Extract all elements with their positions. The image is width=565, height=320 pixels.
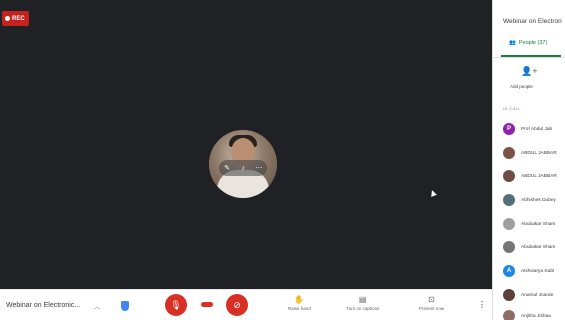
tile-overlay-controls[interactable]: ✎ ♪ ⋯ [219,160,267,176]
people-panel: Webinar on Electron 👥 People (37) 👤+ Add… [492,0,565,320]
participant-name: ABDUL JABBAR [521,173,557,179]
captions-button[interactable]: ▤ Turn on captions [346,295,379,311]
add-people-button[interactable]: Add people [510,84,533,89]
participant-name: ABDUL JABBAR [521,150,557,156]
present-label: Present now [419,306,445,311]
participant-name: Abhishek Dubey [521,197,556,203]
people-icon: 👥 [509,40,516,46]
in-call-heading: IN CALL [503,106,521,111]
captions-icon: ▤ [358,295,367,304]
hand-icon: ✋ [294,295,305,304]
tab-divider [493,57,565,58]
present-icon: ⊡ [428,295,435,304]
participant-name: Prof Abdul Jab [521,126,553,132]
mic-off-icon[interactable]: ♪ [239,164,247,172]
recording-badge: REC [2,11,29,26]
video-stage: REC ✎ ♪ ⋯ [0,0,492,289]
list-item[interactable]: Abubakar Sham [503,217,555,231]
bottom-toolbar: Webinar on Electronic... ︿ 🎙 ⊘ ✋ Raise h… [0,289,492,320]
mic-off-icon: 🎙 [170,299,182,310]
avatar [503,170,515,182]
more-options-icon[interactable]: ⋮ [478,300,486,309]
avatar [503,218,515,230]
list-item[interactable]: P Prof Abdul Jab [503,122,552,136]
participant-name: Abubakar Sham [521,244,556,250]
list-item[interactable]: ABDUL JABBAR [503,169,557,183]
add-person-icon[interactable]: 👤+ [521,66,537,77]
avatar [503,310,515,320]
avatar: A [503,265,515,277]
tab-people[interactable]: 👥 People (37) [509,40,547,46]
participant-name: Anjitha Jishaa [521,313,551,319]
hang-up-button[interactable] [201,302,213,307]
list-item[interactable]: Abhishek Dubey [503,193,556,207]
avatar [503,147,515,159]
list-item[interactable]: Anjitha Jishaa [503,309,551,320]
avatar: P [503,123,515,135]
panel-title: Webinar on Electron [503,18,562,25]
present-button[interactable]: ⊡ Present now [419,295,444,311]
participant-name: Abubakar Sham [521,221,556,227]
list-item[interactable]: Abubakar Sham [503,240,555,254]
raise-hand-label: Raise hand [288,306,311,311]
list-item[interactable]: ABDUL JABBAR [503,146,557,160]
avatar [503,241,515,253]
pin-icon[interactable]: ✎ [223,164,231,172]
avatar [503,289,515,301]
list-item[interactable]: Anamul Joarde [503,288,553,302]
list-item[interactable]: A Aishwarya Kabl [503,264,554,278]
participant-name: Anamul Joarde [521,292,554,298]
meeting-title[interactable]: Webinar on Electronic... [6,302,80,309]
shield-icon[interactable] [121,301,129,311]
camera-off-icon: ⊘ [233,299,241,310]
mouse-cursor-icon [429,189,437,197]
recording-label: REC [12,15,25,22]
avatar [503,194,515,206]
participant-avatar[interactable]: ✎ ♪ ⋯ [209,130,277,198]
participant-name: Aishwarya Kabl [521,268,555,274]
raise-hand-button[interactable]: ✋ Raise hand [288,295,311,311]
captions-label: Turn on captions [346,306,380,311]
tab-people-label: People (37) [518,40,548,46]
mic-toggle-button[interactable]: 🎙 [165,294,187,316]
chevron-up-icon[interactable]: ︿ [94,302,100,311]
record-dot-icon [5,16,10,21]
more-options-icon[interactable]: ⋯ [255,164,263,172]
camera-toggle-button[interactable]: ⊘ [226,294,248,316]
